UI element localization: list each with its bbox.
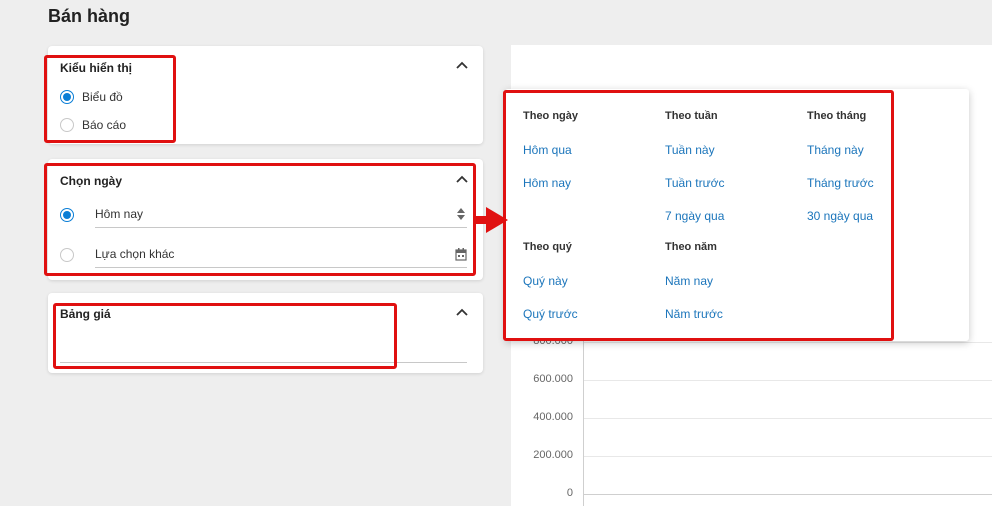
- radio-chart[interactable]: [60, 90, 74, 104]
- option-last-year[interactable]: Năm trước: [665, 307, 723, 321]
- other-date-field[interactable]: Lựa chọn khác: [95, 242, 467, 268]
- y-tick-label: 600.000: [533, 373, 573, 385]
- radio-report[interactable]: [60, 118, 74, 132]
- group-header-month: Theo tháng: [807, 110, 867, 122]
- date-card-title: Chọn ngày: [60, 174, 122, 188]
- option-last-7-days[interactable]: 7 ngày qua: [665, 209, 724, 223]
- today-select-value: Hôm nay: [95, 207, 144, 221]
- group-header-year: Theo năm: [665, 241, 717, 253]
- option-this-year[interactable]: Năm nay: [665, 274, 713, 288]
- option-this-month[interactable]: Tháng này: [807, 143, 864, 157]
- price-list-select[interactable]: [60, 337, 467, 363]
- radio-chart-label: Biểu đồ: [82, 90, 123, 104]
- date-card: Chọn ngày Hôm nay Lựa chọn khác: [48, 159, 483, 280]
- date-range-dropdown: Theo ngày Hôm qua Hôm nay Theo tuần Tuần…: [505, 89, 969, 341]
- group-header-day: Theo ngày: [523, 110, 579, 122]
- option-last-quarter[interactable]: Quý trước: [523, 307, 578, 321]
- option-this-week[interactable]: Tuần này: [665, 143, 715, 157]
- grid-line: [584, 342, 992, 343]
- x-axis-line: [584, 494, 992, 495]
- y-tick-label: 0: [566, 487, 573, 499]
- grid-line: [584, 380, 992, 381]
- y-tick-label: 200.000: [533, 449, 573, 461]
- group-header-quarter: Theo quý: [523, 241, 572, 253]
- calendar-icon[interactable]: [455, 247, 467, 261]
- option-last-month[interactable]: Tháng trước: [807, 176, 874, 190]
- radio-other-date[interactable]: [60, 248, 74, 262]
- display-type-title: Kiểu hiển thị: [60, 61, 132, 75]
- chevron-up-icon[interactable]: [455, 306, 469, 320]
- today-select[interactable]: Hôm nay: [95, 202, 467, 228]
- option-today[interactable]: Hôm nay: [523, 176, 571, 190]
- option-last-30-days[interactable]: 30 ngày qua: [807, 209, 873, 223]
- radio-today[interactable]: [60, 208, 74, 222]
- sort-arrows-icon: [457, 208, 465, 220]
- option-last-week[interactable]: Tuần trước: [665, 176, 724, 190]
- y-axis-line: [583, 335, 584, 506]
- chevron-up-icon[interactable]: [455, 173, 469, 187]
- y-tick-label: 400.000: [533, 411, 573, 423]
- grid-line: [584, 418, 992, 419]
- radio-report-label: Báo cáo: [82, 118, 127, 132]
- group-header-week: Theo tuần: [665, 110, 718, 122]
- grid-line: [584, 456, 992, 457]
- arrow-right-icon: [474, 207, 508, 233]
- chevron-up-icon[interactable]: [455, 59, 469, 73]
- option-yesterday[interactable]: Hôm qua: [523, 143, 572, 157]
- display-type-card: Kiểu hiển thị Biểu đồ Báo cáo: [48, 46, 483, 144]
- price-list-card: Bảng giá: [48, 293, 483, 373]
- other-date-label: Lựa chọn khác: [95, 247, 175, 261]
- price-list-title: Bảng giá: [60, 307, 111, 321]
- page-title: Bán hàng: [48, 6, 131, 26]
- option-this-quarter[interactable]: Quý này: [523, 274, 568, 288]
